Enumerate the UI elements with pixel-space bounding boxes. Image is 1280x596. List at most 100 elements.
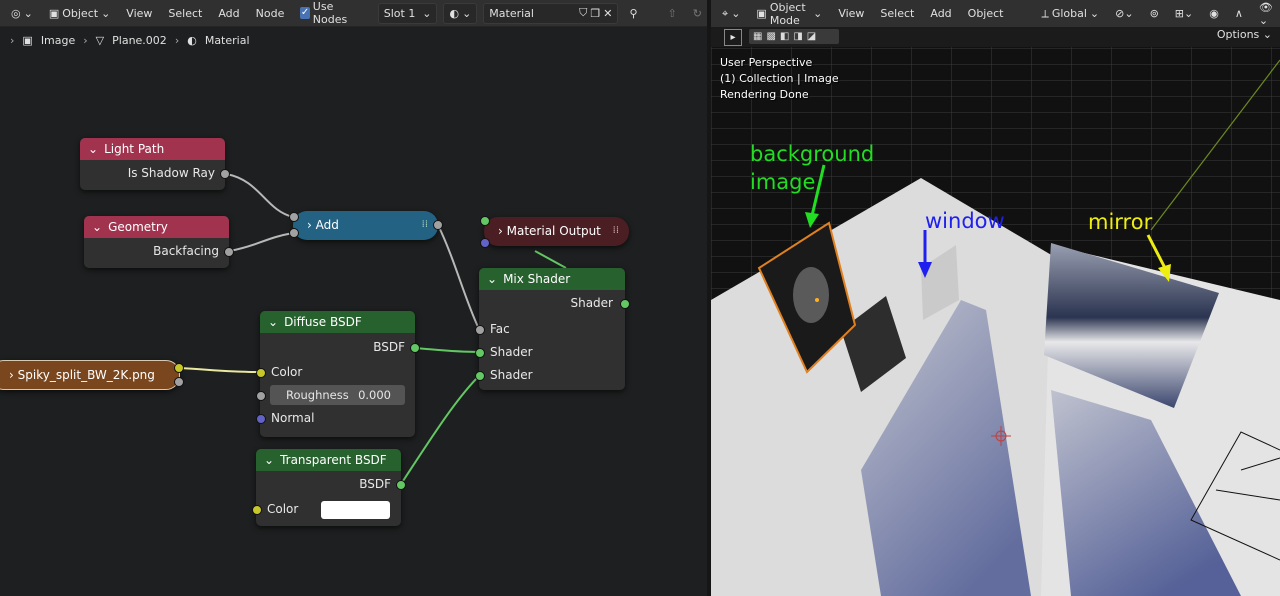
annotation-window: window xyxy=(925,209,1005,233)
add-node[interactable]: › Add ⁞⁞ xyxy=(289,211,443,240)
image-color-socket[interactable] xyxy=(174,363,184,373)
geometry-node[interactable]: ⌄ Geometry Backfacing xyxy=(84,216,234,268)
selection-mode-buttons[interactable]: ▦▩◧◨◪ xyxy=(749,29,839,44)
use-nodes-label: Use Nodes xyxy=(312,0,348,26)
image-alpha-socket[interactable] xyxy=(174,377,184,387)
collapse-chevron-icon[interactable]: ⌄ xyxy=(92,220,102,234)
menu-add[interactable]: Add xyxy=(213,7,244,20)
light-path-header[interactable]: ⌄ Light Path xyxy=(80,138,225,160)
geometry-header[interactable]: ⌄ Geometry xyxy=(84,216,229,238)
chevron-down-icon: ⌄ xyxy=(23,6,33,20)
diffuse-bsdf-node[interactable]: ⌄ Diffuse BSDF BSDF Color Roughness 0.00… xyxy=(256,311,420,437)
add-input-socket-1[interactable] xyxy=(289,212,299,222)
collapse-chevron-icon[interactable]: ⌄ xyxy=(264,453,274,467)
mix-shader-node[interactable]: ⌄ Mix Shader Shader Fac Shader Shader xyxy=(475,268,630,390)
material-name: Material xyxy=(489,6,534,20)
3d-viewport[interactable]: background image window mirror User Pers… xyxy=(711,0,1280,596)
close-icon[interactable]: ✕ xyxy=(603,7,612,20)
roughness-field[interactable]: Roughness 0.000 xyxy=(270,385,405,405)
mix-shader-output-label: Shader xyxy=(570,296,613,310)
transform-orientation-dropdown[interactable]: ⟂ Global ⌄ xyxy=(1036,4,1104,23)
diffuse-bsdf-output-socket[interactable] xyxy=(410,343,420,353)
material-browse-button[interactable]: ◐ ⌄ xyxy=(443,2,478,24)
slot-dropdown[interactable]: Slot 1 ⌄ xyxy=(377,2,438,24)
shader-input-socket-2[interactable] xyxy=(475,371,485,381)
chevron-right-icon: › xyxy=(174,34,180,47)
collapse-chevron-icon[interactable]: ⌄ xyxy=(88,142,98,156)
object-mode-dropdown[interactable]: ▣ Object Mode ⌄ xyxy=(751,1,827,27)
transparent-bsdf-node[interactable]: ⌄ Transparent BSDF BSDF Color xyxy=(252,449,406,526)
displacement-socket[interactable] xyxy=(480,238,490,248)
is-shadow-ray-label: Is Shadow Ray xyxy=(127,166,215,180)
normal-socket[interactable] xyxy=(256,414,266,424)
grip-icon: ⁞⁞ xyxy=(612,225,619,236)
falloff-icon[interactable]: ∧ xyxy=(1230,7,1248,20)
expand-chevron-icon[interactable]: › xyxy=(307,218,312,232)
proportional-edit-icon[interactable]: ◉ xyxy=(1204,7,1224,20)
breadcrumb-image[interactable]: Image xyxy=(41,34,75,47)
image-texture-node[interactable]: › Spiky_split_BW_2K.png xyxy=(0,360,184,390)
backfacing-socket[interactable] xyxy=(224,247,234,257)
chevron-down-icon: ⌄ xyxy=(1262,28,1272,41)
breadcrumb-material[interactable]: Material xyxy=(205,34,250,47)
material-output-node[interactable]: › Material Output ⁞⁞ xyxy=(480,216,629,248)
is-shadow-ray-socket[interactable] xyxy=(220,169,230,179)
expand-chevron-icon[interactable]: › xyxy=(498,224,503,238)
mix-shader-title: Mix Shader xyxy=(503,272,571,286)
menu-node[interactable]: Node xyxy=(251,7,290,20)
menu-select[interactable]: Select xyxy=(875,7,919,20)
node-editor[interactable]: ⌄ Light Path Is Shadow Ray ⌄ Geometry Ba… xyxy=(0,0,707,596)
menu-view[interactable]: View xyxy=(121,7,157,20)
transparent-color-swatch[interactable] xyxy=(321,501,390,519)
slot-label: Slot 1 xyxy=(383,6,416,20)
fac-socket[interactable] xyxy=(475,325,485,335)
annotation-background-line2: image xyxy=(750,170,816,194)
material-name-field[interactable]: Material ⛉ ❐ ✕ xyxy=(483,2,619,24)
wire-add-fac xyxy=(437,224,480,330)
editor-type-button[interactable]: ◎ ⌄ xyxy=(6,4,38,23)
menu-view[interactable]: View xyxy=(833,7,869,20)
diffuse-color-socket[interactable] xyxy=(256,368,266,378)
add-input-socket-2[interactable] xyxy=(289,228,299,238)
transparent-bsdf-output-socket[interactable] xyxy=(396,480,406,490)
surface-socket[interactable] xyxy=(480,216,490,226)
use-nodes-toggle[interactable]: ✓ Use Nodes xyxy=(295,0,363,26)
diffuse-header[interactable]: ⌄ Diffuse BSDF xyxy=(260,311,415,333)
editor-type-button[interactable]: ⌖ ⌄ xyxy=(717,4,745,23)
object-mode-dropdown[interactable]: ▣ Object ⌄ xyxy=(44,4,115,23)
mesh-data-icon: ▽ xyxy=(95,34,105,47)
options-dropdown[interactable]: Options ⌄ xyxy=(1217,28,1272,41)
refresh-icon[interactable]: ↻ xyxy=(688,7,707,20)
transparent-color-socket[interactable] xyxy=(252,505,262,515)
pin-icon[interactable]: ⚲ xyxy=(624,7,642,20)
mix-shader-output-socket[interactable] xyxy=(620,299,630,309)
add-output-socket[interactable] xyxy=(433,220,443,230)
visibility-icon[interactable]: 👁⌄ xyxy=(1254,1,1280,27)
shader-input-socket-1[interactable] xyxy=(475,348,485,358)
perspective-label: User Perspective xyxy=(720,56,813,69)
chevron-right-icon: › xyxy=(83,34,88,47)
object-icon: ▣ xyxy=(756,7,767,20)
material-sphere-icon: ◐ xyxy=(449,6,460,20)
select-tool-icon[interactable]: ▸ xyxy=(724,29,742,46)
menu-add[interactable]: Add xyxy=(925,7,956,20)
breadcrumb: › ▣ Image › ▽ Plane.002 › ◐ Material xyxy=(10,34,250,47)
pivot-icon[interactable]: ⊘⌄ xyxy=(1110,7,1138,20)
collapse-chevron-icon[interactable]: ⌄ xyxy=(268,315,278,329)
fake-user-shield-icon[interactable]: ⛉ xyxy=(579,6,587,20)
menu-object[interactable]: Object xyxy=(963,7,1009,20)
expand-chevron-icon[interactable]: › xyxy=(9,368,14,382)
breadcrumb-plane[interactable]: Plane.002 xyxy=(112,34,167,47)
transparent-header[interactable]: ⌄ Transparent BSDF xyxy=(256,449,401,471)
parent-node-tree-icon[interactable]: ⇧ xyxy=(663,7,682,20)
snap-icon[interactable]: ⊚ xyxy=(1145,7,1164,20)
light-path-node[interactable]: ⌄ Light Path Is Shadow Ray xyxy=(80,138,230,190)
collapse-chevron-icon[interactable]: ⌄ xyxy=(487,272,497,286)
orientation-icon: ⟂ xyxy=(1041,6,1049,20)
snap-target-icon[interactable]: ⊞⌄ xyxy=(1170,7,1198,20)
menu-select[interactable]: Select xyxy=(163,7,207,20)
3d-viewport-icon: ⌖ xyxy=(722,6,729,20)
duplicate-icon[interactable]: ❐ xyxy=(590,7,600,20)
roughness-socket[interactable] xyxy=(256,391,266,401)
mix-shader-header[interactable]: ⌄ Mix Shader xyxy=(479,268,625,290)
